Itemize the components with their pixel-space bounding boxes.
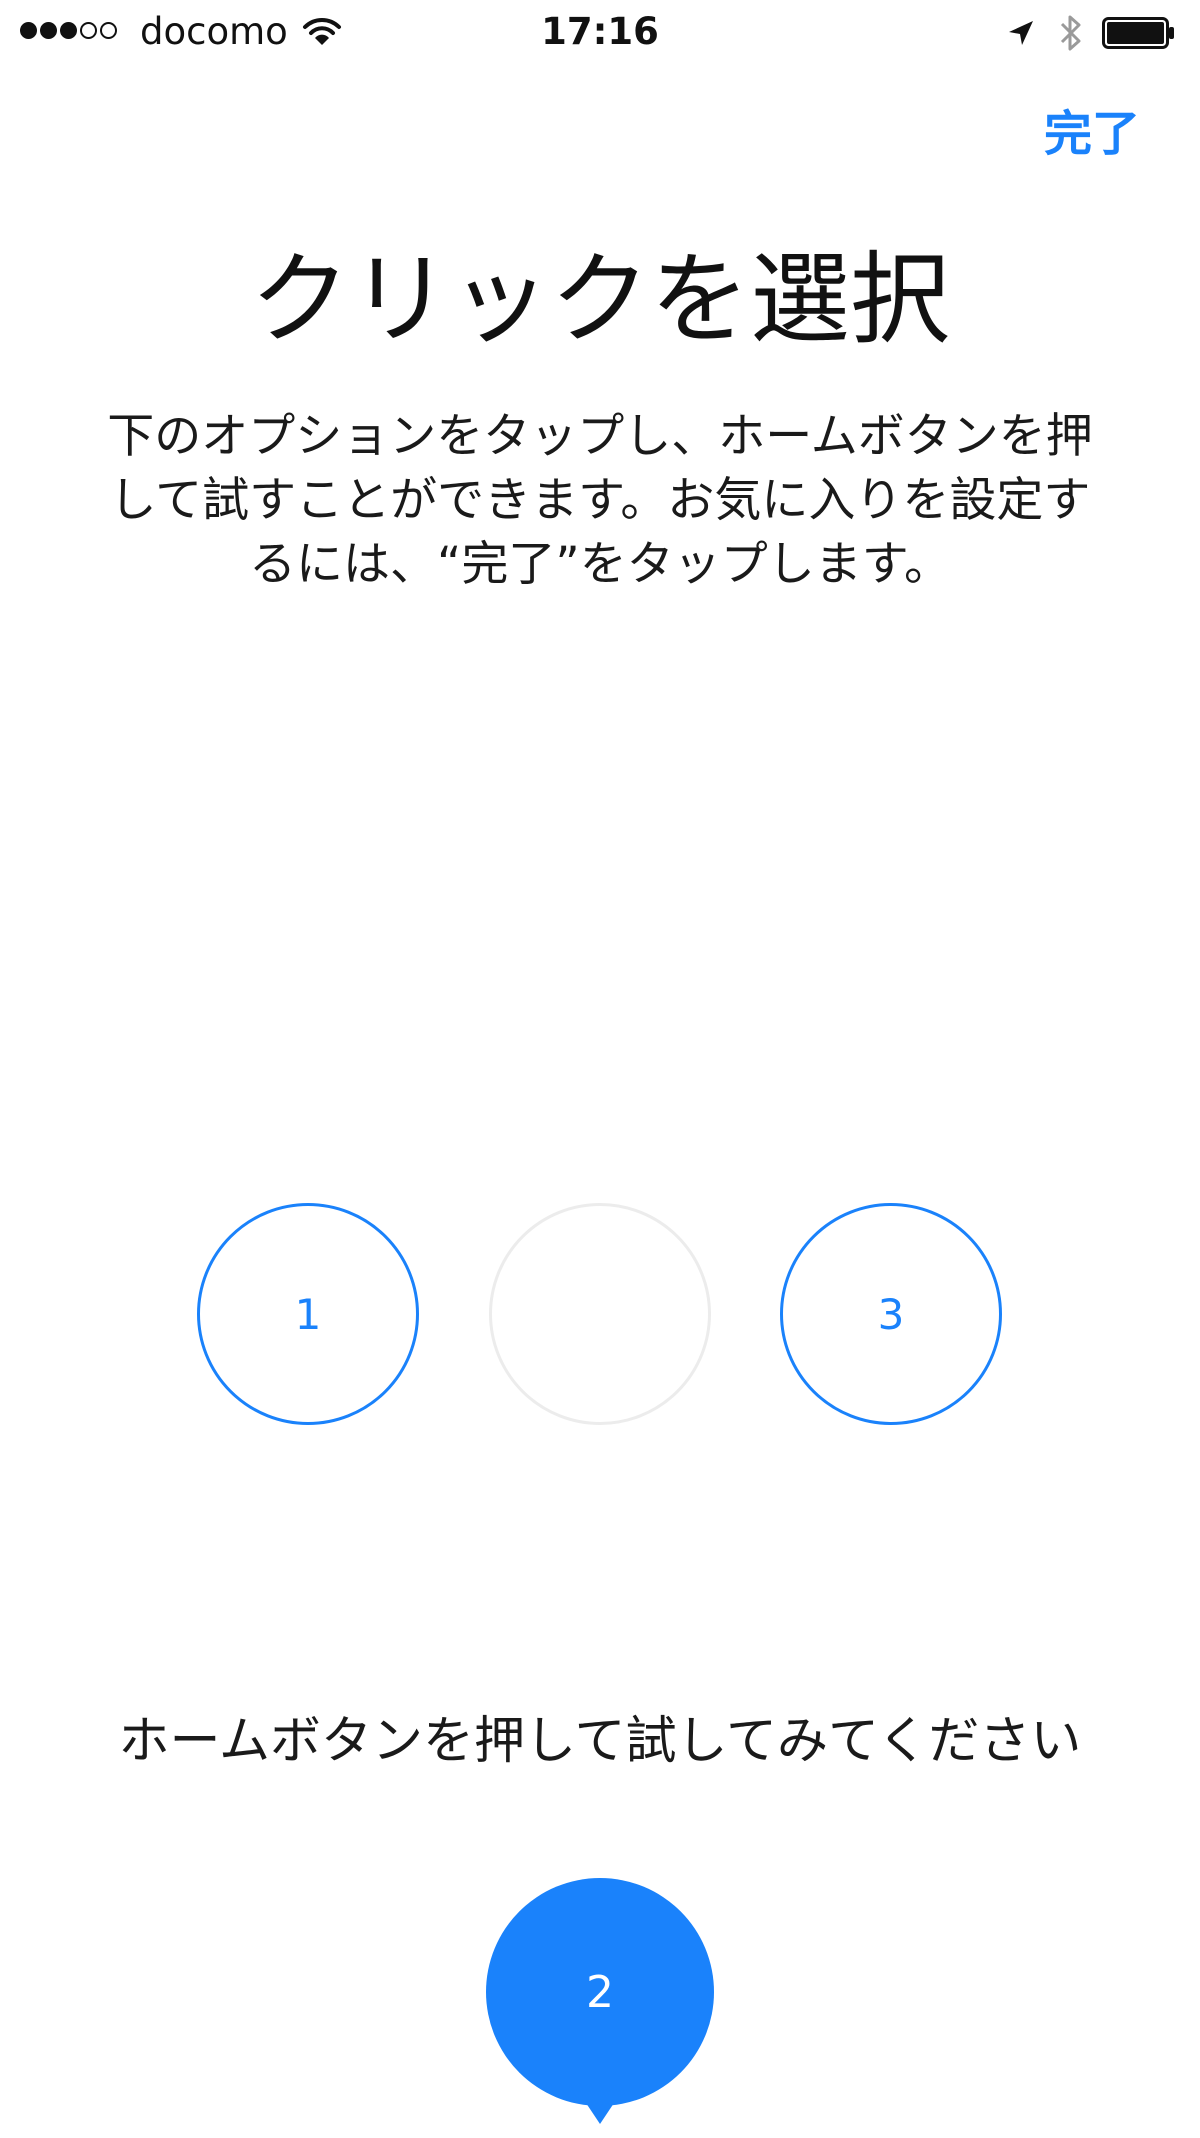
selected-option-bubble[interactable]: 2 — [486, 1878, 714, 2106]
done-button[interactable]: 完了 — [1044, 104, 1140, 164]
bluetooth-icon — [1058, 12, 1084, 58]
click-option-2[interactable] — [489, 1203, 711, 1425]
page-description: 下のオプションをタップし、ホームボタンを押して試すことができます。お気に入りを設… — [107, 409, 1093, 592]
click-option-3[interactable]: 3 — [780, 1203, 1002, 1425]
bubble-pointer — [584, 2100, 616, 2124]
page-title: クリックを選択 — [250, 241, 950, 358]
battery-icon — [1102, 17, 1176, 53]
status-bar: docomo 17:16 — [0, 0, 1200, 66]
home-button-prompt: ホームボタンを押して試してみてください — [118, 1712, 1082, 1771]
click-option-1[interactable]: 1 — [197, 1203, 419, 1425]
location-arrow-icon — [1006, 18, 1036, 52]
